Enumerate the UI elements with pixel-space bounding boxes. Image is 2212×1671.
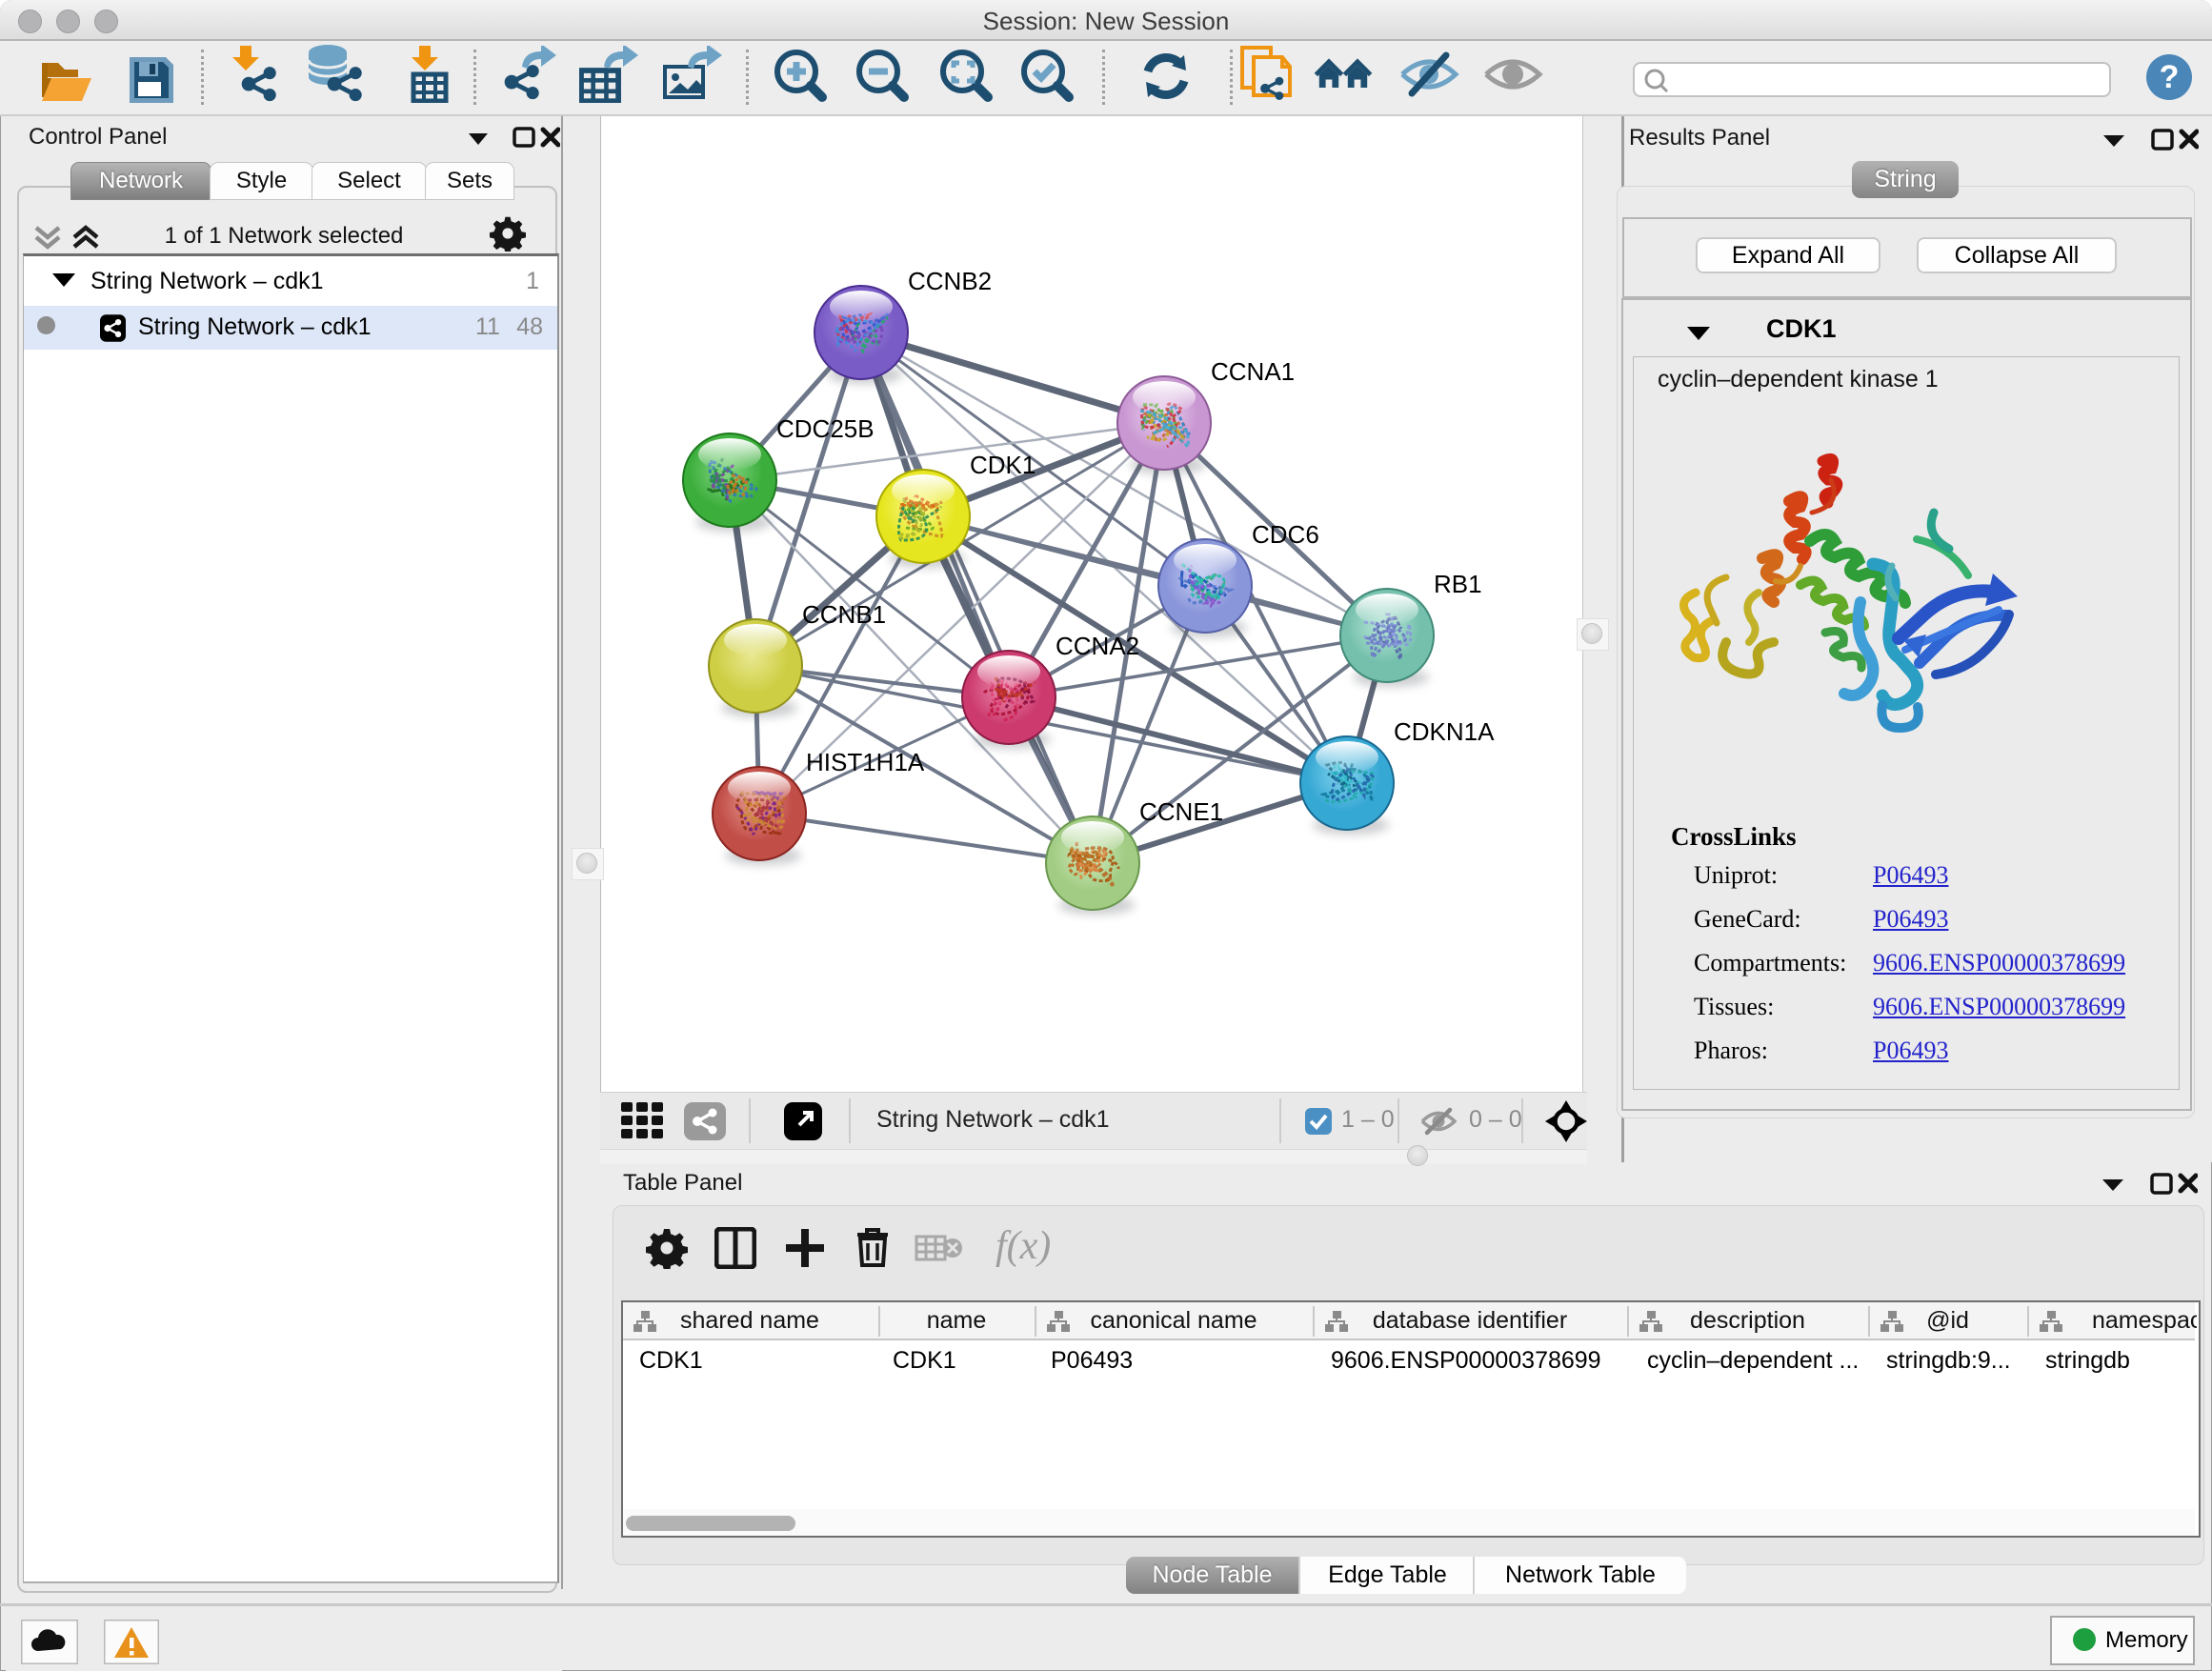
svg-text:?: ? — [2160, 59, 2180, 95]
